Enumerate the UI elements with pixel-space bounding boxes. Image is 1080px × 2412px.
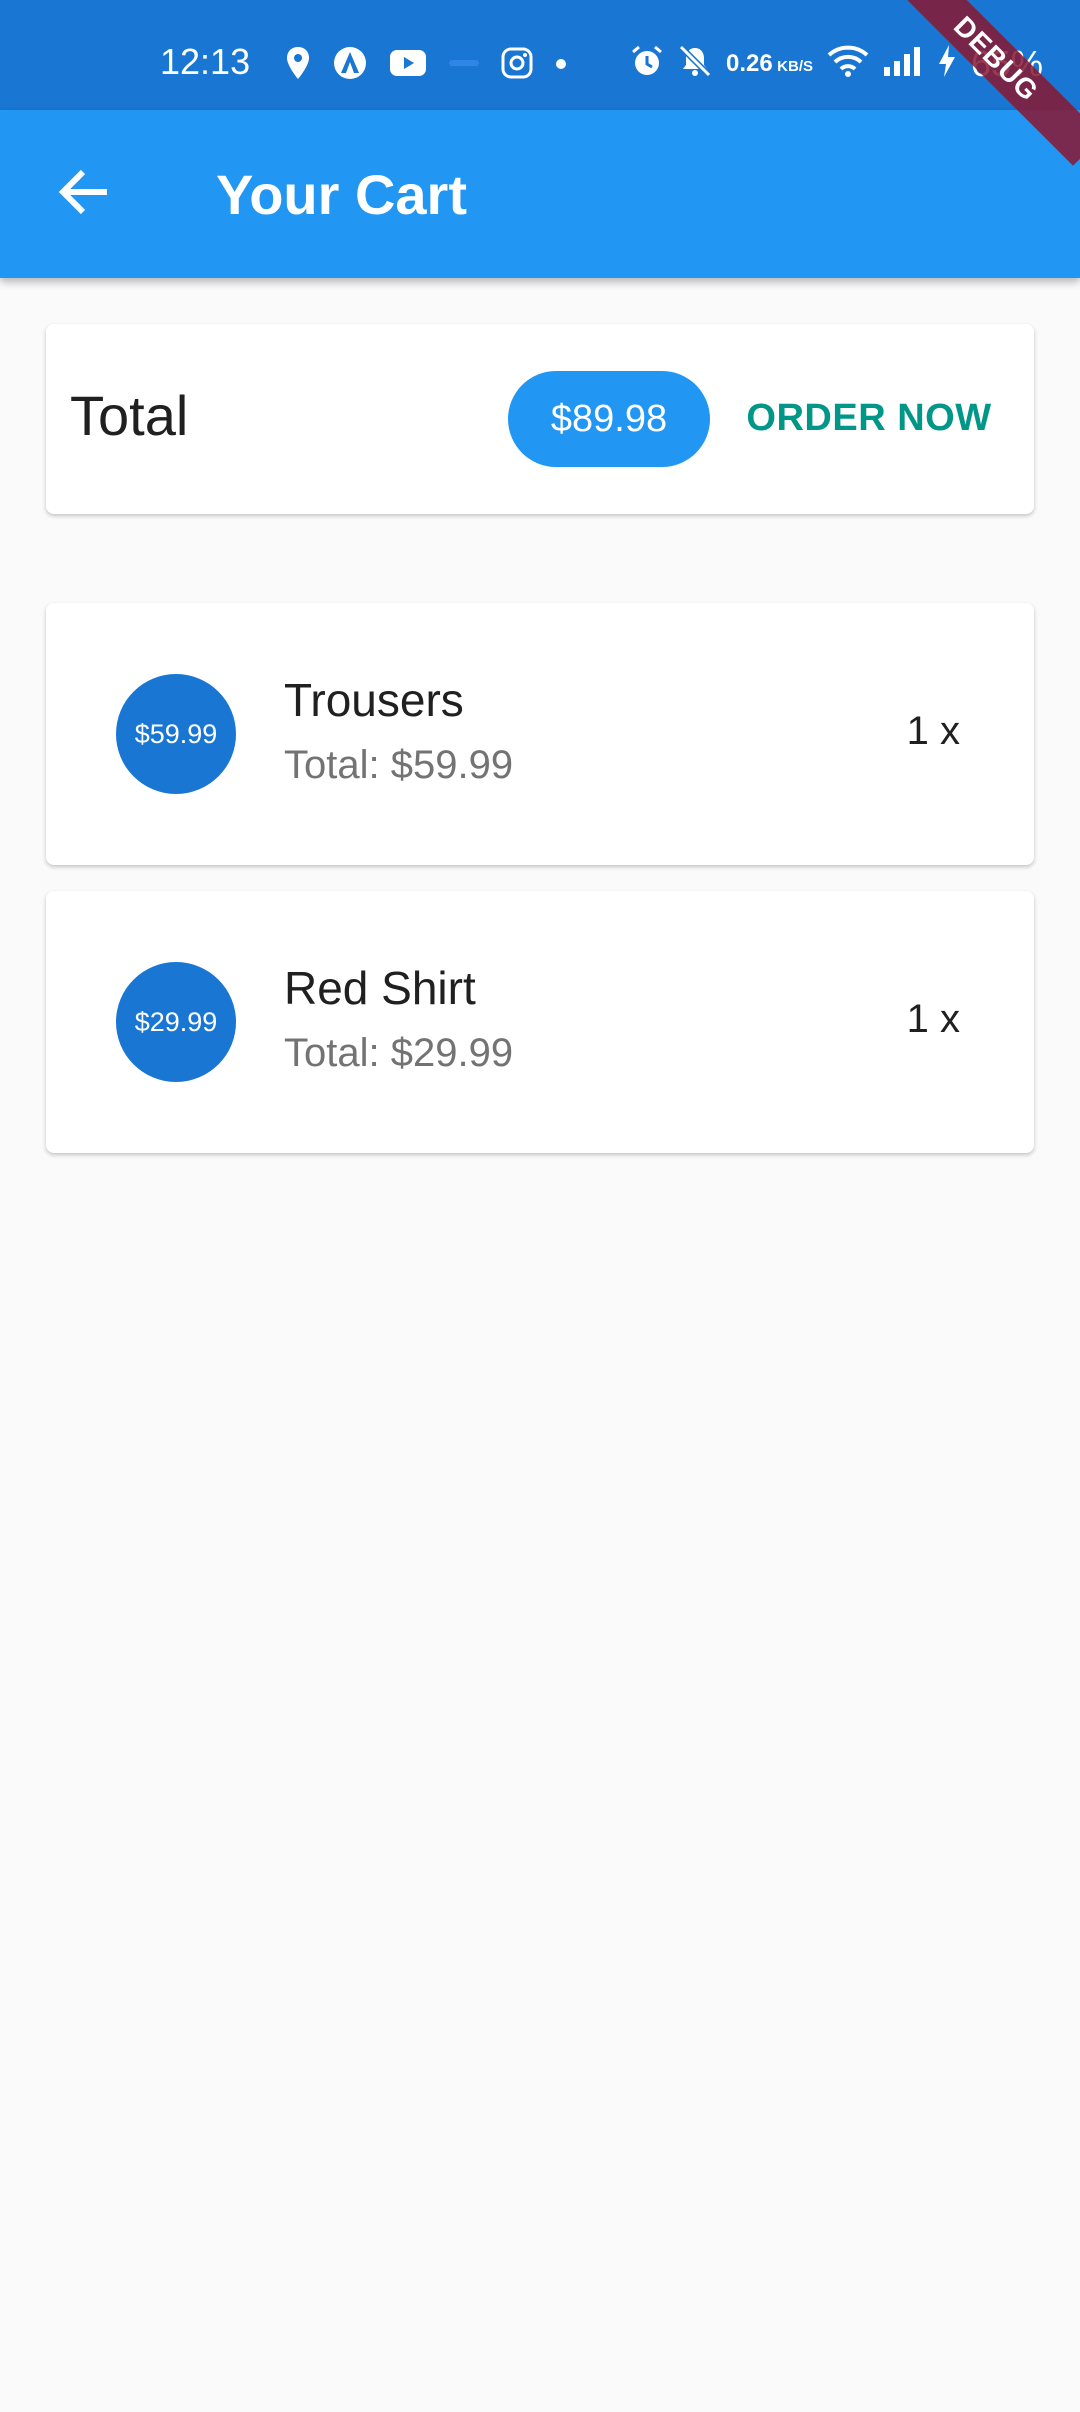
- network-speed-value: 0.26: [726, 49, 773, 77]
- cart-item: $29.99 Red Shirt Total: $29.99 1 x: [46, 891, 1034, 1153]
- wifi-icon: [827, 44, 869, 83]
- notification-icons: [285, 46, 567, 85]
- truecaller-icon: [449, 56, 479, 75]
- more-notifications-dot-icon: [555, 57, 567, 75]
- item-quantity: 1 x: [906, 997, 960, 1041]
- signal-icon: [883, 45, 923, 82]
- total-label: Total: [70, 384, 189, 447]
- notifications-off-icon: [678, 44, 712, 83]
- location-pin-icon: [285, 46, 311, 85]
- charging-icon: [937, 44, 957, 83]
- arrow-back-icon: [57, 168, 111, 221]
- network-speed: 0.26 KB/S: [726, 49, 814, 77]
- status-bar: 12:13 0.26 KB/S: [0, 0, 1080, 110]
- item-price-avatar: $29.99: [116, 962, 236, 1082]
- status-time: 12:13: [160, 41, 251, 82]
- item-title: Red Shirt: [284, 962, 476, 1014]
- youtube-icon: [389, 49, 427, 82]
- back-button[interactable]: [52, 162, 116, 226]
- total-amount-chip: $89.98: [508, 371, 710, 467]
- item-price-avatar: $59.99: [116, 674, 236, 794]
- alarm-icon: [630, 44, 664, 83]
- order-now-button[interactable]: ORDER NOW: [734, 368, 1004, 468]
- item-title: Trousers: [284, 674, 464, 726]
- network-speed-unit: KB/S: [777, 57, 814, 75]
- cart-total-card: Total $89.98 ORDER NOW: [46, 324, 1034, 514]
- item-subtotal: Total: $59.99: [284, 743, 514, 787]
- app-bar: Your Cart: [0, 110, 1080, 278]
- item-subtotal: Total: $29.99: [284, 1031, 514, 1075]
- cart-item: $59.99 Trousers Total: $59.99 1 x: [46, 603, 1034, 865]
- instagram-icon: [501, 47, 533, 84]
- a-app-icon: [333, 46, 367, 85]
- item-quantity: 1 x: [906, 709, 960, 753]
- page-title: Your Cart: [216, 163, 467, 226]
